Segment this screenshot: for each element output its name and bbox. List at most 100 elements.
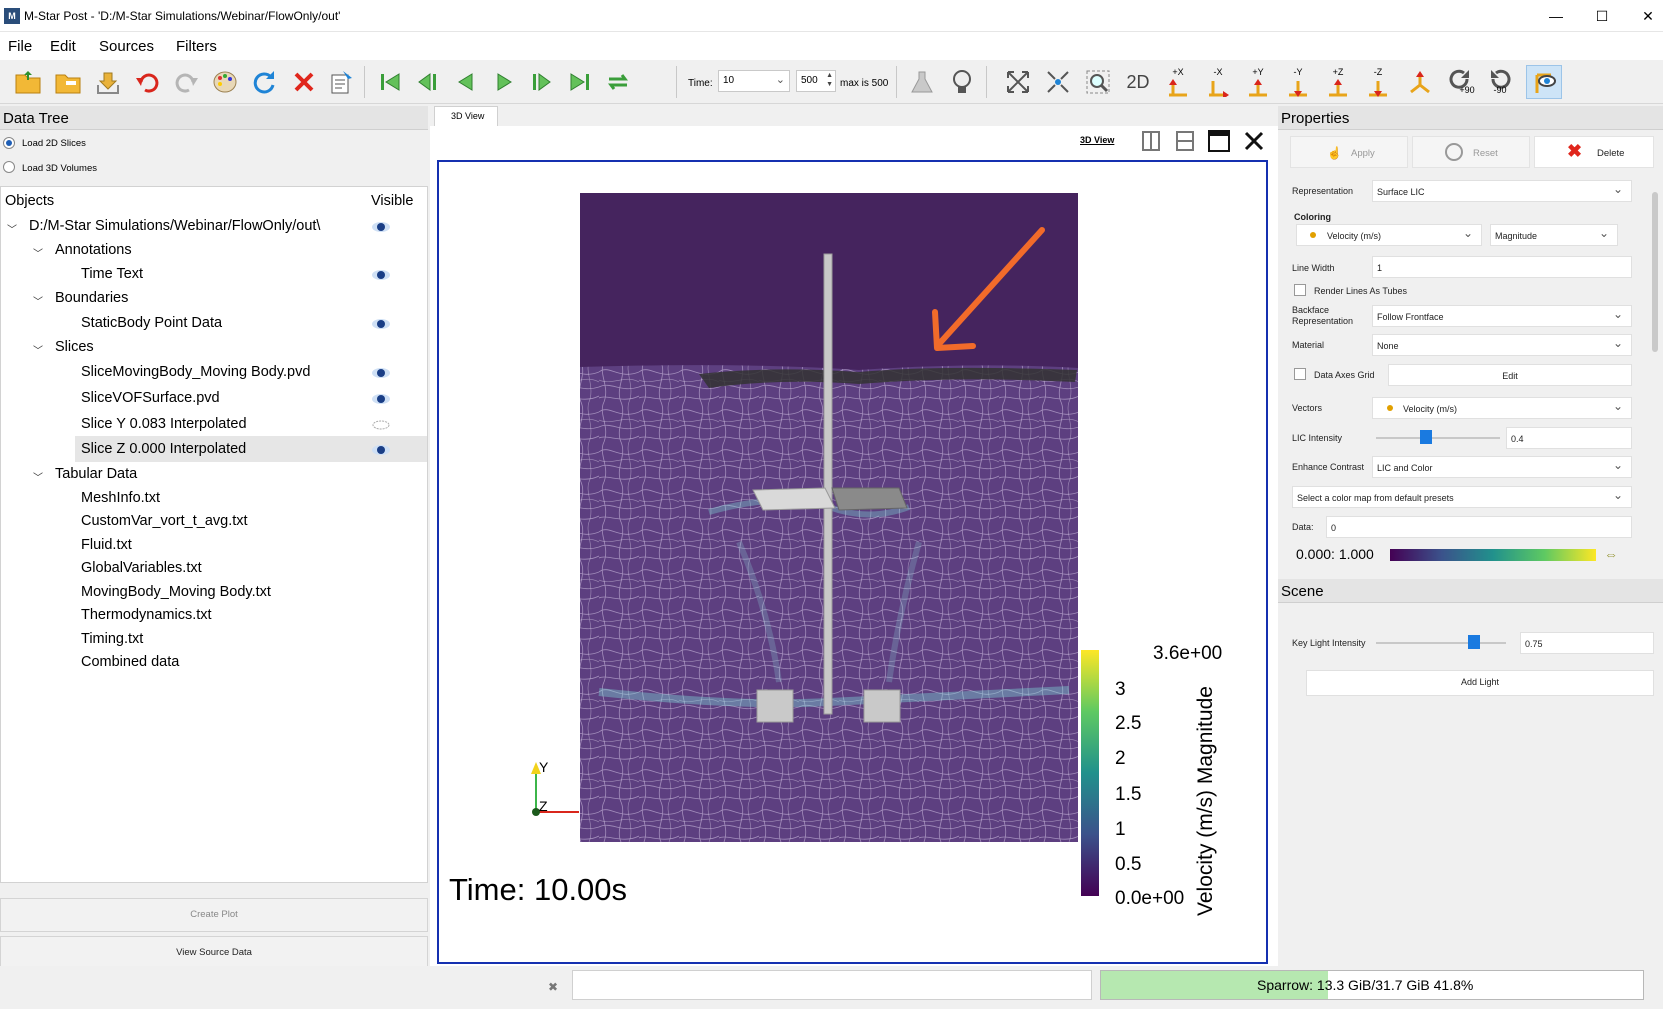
view-plus-y-icon[interactable]: +Y bbox=[1242, 66, 1274, 98]
view-minus-y-icon[interactable]: -Y bbox=[1282, 66, 1314, 98]
lic-intensity-slider[interactable] bbox=[1376, 437, 1500, 439]
2d-view-button[interactable]: 2D bbox=[1122, 66, 1154, 98]
tree-item-fluid[interactable]: Fluid.txt bbox=[81, 533, 132, 557]
key-light-slider[interactable] bbox=[1376, 642, 1506, 644]
tree-item-meshinfo[interactable]: MeshInfo.txt bbox=[81, 486, 160, 510]
chevron-down-icon[interactable]: ﹀ bbox=[33, 245, 43, 260]
lic-intensity-input[interactable]: 0.4 bbox=[1506, 427, 1632, 449]
rotate-plus-90-icon[interactable]: +90 bbox=[1444, 66, 1476, 98]
view-source-data-button[interactable]: View Source Data bbox=[0, 936, 428, 970]
tree-item-slice-z[interactable]: Slice Z 0.000 Interpolated bbox=[81, 437, 246, 461]
menu-sources[interactable]: Sources bbox=[99, 38, 154, 55]
eye-icon[interactable] bbox=[371, 220, 391, 232]
tree-group-tabular[interactable]: Tabular Data bbox=[55, 462, 137, 486]
open-folder-icon[interactable] bbox=[52, 66, 84, 98]
menu-filters[interactable]: Filters bbox=[176, 38, 217, 55]
split-horizontal-icon[interactable] bbox=[1138, 129, 1168, 155]
minimize-button[interactable]: — bbox=[1540, 5, 1572, 27]
axes-grid-checkbox[interactable] bbox=[1294, 368, 1306, 380]
create-plot-button[interactable]: Create Plot bbox=[0, 898, 428, 932]
load-2d-radio[interactable] bbox=[3, 137, 15, 149]
next-frame-icon[interactable] bbox=[526, 66, 558, 98]
load-3d-radio[interactable] bbox=[3, 161, 15, 173]
split-vertical-icon[interactable] bbox=[1172, 129, 1202, 155]
axes-grid-edit-button[interactable]: Edit bbox=[1388, 364, 1632, 386]
isometric-view-icon[interactable] bbox=[1404, 66, 1436, 98]
tree-group-boundaries[interactable]: Boundaries bbox=[55, 286, 128, 310]
range-arrows-icon[interactable]: ⇔ bbox=[1604, 546, 1618, 562]
tree-item-slice-moving[interactable]: SliceMovingBody_Moving Body.pvd bbox=[81, 360, 310, 384]
refresh-icon[interactable] bbox=[248, 66, 280, 98]
eye-icon[interactable] bbox=[371, 317, 391, 329]
tree-group-annotations[interactable]: Annotations bbox=[55, 238, 132, 262]
menu-file[interactable]: File bbox=[8, 38, 32, 55]
timestep-spinbox[interactable]: 500 ▲ ▼ bbox=[796, 70, 836, 92]
colormap-preset-select[interactable]: Select a color map from default presets bbox=[1292, 486, 1632, 508]
tree-item-time-text[interactable]: Time Text bbox=[81, 262, 143, 286]
zoom-box-icon[interactable] bbox=[1082, 66, 1114, 98]
eye-hidden-icon[interactable] bbox=[371, 418, 391, 430]
tree-group-slices[interactable]: Slices bbox=[55, 335, 94, 359]
properties-scrollbar[interactable] bbox=[1652, 192, 1658, 352]
line-width-input[interactable]: 1 bbox=[1372, 256, 1632, 278]
vectors-select[interactable]: Velocity (m/s) bbox=[1372, 397, 1632, 419]
add-light-button[interactable]: Add Light bbox=[1306, 670, 1654, 696]
maximize-view-icon[interactable] bbox=[1206, 129, 1236, 155]
clear-icon[interactable]: ✖ bbox=[548, 980, 558, 994]
tree-item-movingbody[interactable]: MovingBody_Moving Body.txt bbox=[81, 580, 271, 604]
colormap-bar[interactable] bbox=[1390, 549, 1596, 561]
menu-edit[interactable]: Edit bbox=[50, 38, 76, 55]
first-frame-icon[interactable] bbox=[374, 66, 406, 98]
last-frame-icon[interactable] bbox=[564, 66, 596, 98]
lightbulb-icon[interactable] bbox=[946, 66, 978, 98]
download-icon[interactable] bbox=[92, 66, 124, 98]
apply-button[interactable]: ☝ Apply bbox=[1290, 136, 1408, 168]
play-icon[interactable] bbox=[488, 66, 520, 98]
tree-item-slice-vof[interactable]: SliceVOFSurface.pvd bbox=[81, 386, 220, 410]
reset-camera-icon[interactable] bbox=[1002, 66, 1034, 98]
render-viewport[interactable]: Y Z Time: 10.00s 3.6e+00 3 2.5 2 1.5 1 0… bbox=[437, 160, 1268, 964]
representation-select[interactable]: Surface LIC bbox=[1372, 180, 1632, 202]
properties-sheet-icon[interactable] bbox=[326, 66, 358, 98]
view-minus-z-icon[interactable]: -Z bbox=[1362, 66, 1394, 98]
tree-item-combined[interactable]: Combined data bbox=[81, 650, 179, 674]
reset-button[interactable]: Reset bbox=[1412, 136, 1530, 168]
palette-icon[interactable] bbox=[210, 66, 242, 98]
maximize-button[interactable]: ☐ bbox=[1586, 5, 1618, 27]
delete-button[interactable]: ✖ Delete bbox=[1534, 136, 1654, 168]
tree-item-customvar[interactable]: CustomVar_vort_t_avg.txt bbox=[81, 509, 248, 533]
loop-icon[interactable] bbox=[602, 66, 634, 98]
tree-item-globalvars[interactable]: GlobalVariables.txt bbox=[81, 556, 202, 580]
material-select[interactable]: None bbox=[1372, 334, 1632, 356]
close-window-button[interactable]: ✕ bbox=[1632, 5, 1663, 27]
eye-icon[interactable] bbox=[371, 366, 391, 378]
view-plus-x-icon[interactable]: +X bbox=[1162, 66, 1194, 98]
enhance-contrast-select[interactable]: LIC and Color bbox=[1372, 456, 1632, 478]
key-light-slider-handle[interactable] bbox=[1467, 635, 1480, 649]
coloring-array-select[interactable]: Velocity (m/s) bbox=[1296, 224, 1482, 246]
zoom-to-data-icon[interactable] bbox=[1042, 66, 1074, 98]
tree-root[interactable]: D:/M-Star Simulations/Webinar/FlowOnly/o… bbox=[29, 214, 320, 238]
chevron-down-icon[interactable]: ﹀ bbox=[33, 293, 43, 308]
redo-icon[interactable] bbox=[170, 66, 202, 98]
eye-icon[interactable] bbox=[371, 392, 391, 404]
chevron-down-icon[interactable]: ﹀ bbox=[7, 221, 17, 236]
render-tubes-checkbox[interactable] bbox=[1294, 284, 1306, 296]
rotate-minus-90-icon[interactable]: -90 bbox=[1484, 66, 1516, 98]
camera-eye-icon[interactable] bbox=[1526, 65, 1562, 99]
tab-3d-view[interactable]: 3D View bbox=[434, 106, 498, 126]
eye-icon[interactable] bbox=[371, 443, 391, 455]
previous-frame-icon[interactable] bbox=[412, 66, 444, 98]
chevron-down-icon[interactable]: ﹀ bbox=[33, 342, 43, 357]
lic-intensity-slider-handle[interactable] bbox=[1419, 430, 1432, 444]
view-plus-z-icon[interactable]: +Z bbox=[1322, 66, 1354, 98]
data-input[interactable]: 0 bbox=[1326, 516, 1632, 538]
eye-icon[interactable] bbox=[371, 268, 391, 280]
coloring-component-select[interactable]: Magnitude bbox=[1490, 224, 1618, 246]
chevron-down-icon[interactable]: ﹀ bbox=[33, 469, 43, 484]
play-reverse-icon[interactable] bbox=[450, 66, 482, 98]
tree-item-timing[interactable]: Timing.txt bbox=[81, 627, 143, 651]
undo-icon[interactable] bbox=[132, 66, 164, 98]
view-minus-x-icon[interactable]: -X bbox=[1202, 66, 1234, 98]
backface-select[interactable]: Follow Frontface bbox=[1372, 305, 1632, 327]
